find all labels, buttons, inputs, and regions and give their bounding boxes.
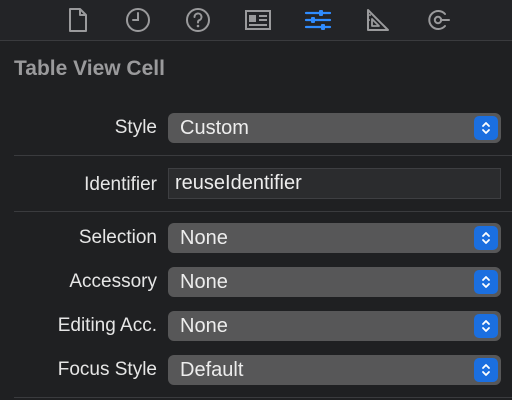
selection-popup-value: None <box>180 227 228 249</box>
chevron-up-down-icon <box>474 314 498 338</box>
chevron-up-down-icon <box>474 116 498 140</box>
size-inspector-icon[interactable] <box>362 4 394 36</box>
inspector-toolbar <box>0 0 512 40</box>
style-popup-value: Custom <box>180 117 249 139</box>
style-label: Style <box>114 117 157 138</box>
file-inspector-icon[interactable] <box>62 4 94 36</box>
connections-inspector-icon[interactable] <box>422 4 454 36</box>
chevron-up-down-icon <box>474 270 498 294</box>
section-title: Table View Cell <box>14 57 165 80</box>
toolbar-divider <box>0 40 512 41</box>
identifier-field[interactable]: reuseIdentifier <box>168 168 501 199</box>
attributes-inspector-icon[interactable] <box>302 4 334 36</box>
selection-popup[interactable]: None <box>168 223 501 253</box>
chevron-up-down-icon <box>474 358 498 382</box>
focus-style-popup-value: Default <box>180 359 244 381</box>
separator <box>14 155 512 156</box>
editing-accessory-label: Editing Acc. <box>57 315 157 336</box>
history-inspector-icon[interactable] <box>122 4 154 36</box>
identity-inspector-icon[interactable] <box>242 4 274 36</box>
editing-accessory-popup[interactable]: None <box>168 311 501 341</box>
focus-style-label: Focus Style <box>57 359 157 380</box>
identifier-field-value: reuseIdentifier <box>175 172 302 194</box>
identifier-label: Identifier <box>84 174 157 195</box>
attributes-inspector-panel: Table View Cell Style Custom Identifier … <box>0 0 512 400</box>
accessory-popup-value: None <box>180 271 228 293</box>
accessory-popup[interactable]: None <box>168 267 501 297</box>
accessory-label: Accessory <box>69 271 157 292</box>
separator <box>14 397 512 398</box>
editing-accessory-popup-value: None <box>180 315 228 337</box>
quick-help-icon[interactable] <box>182 4 214 36</box>
separator <box>14 211 512 212</box>
style-popup[interactable]: Custom <box>168 113 501 143</box>
chevron-up-down-icon <box>474 226 498 250</box>
focus-style-popup[interactable]: Default <box>168 355 501 385</box>
selection-label: Selection <box>78 227 157 248</box>
